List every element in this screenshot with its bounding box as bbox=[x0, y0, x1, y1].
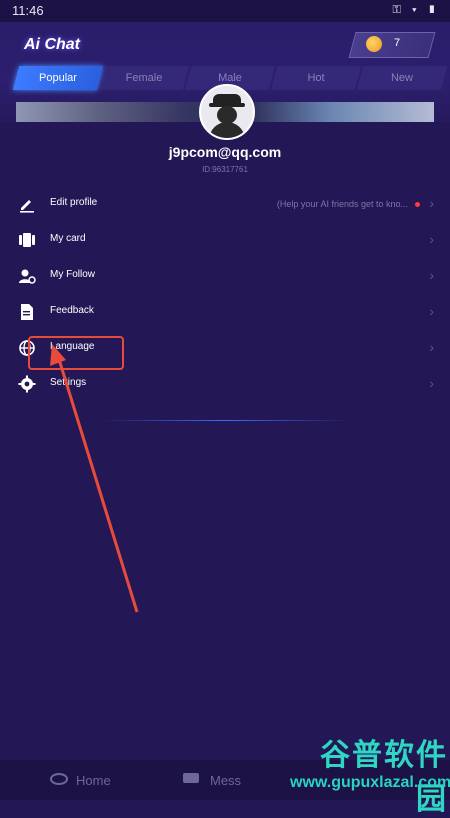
menu-item-label: My card bbox=[50, 233, 86, 244]
watermark: 谷普软件园 www.gupuxlazal.com bbox=[290, 730, 450, 816]
nav-home-label: Home bbox=[76, 773, 111, 788]
nav-messages[interactable]: Mess bbox=[170, 760, 280, 800]
nav-home[interactable]: Home bbox=[40, 760, 150, 800]
tab-new[interactable]: New bbox=[356, 66, 448, 90]
tab-popular[interactable]: Popular bbox=[12, 66, 104, 90]
tab-label: Hot bbox=[307, 72, 325, 84]
app-title: Ai Chat bbox=[24, 36, 80, 53]
menu-item-my-card[interactable]: My card › bbox=[0, 222, 450, 258]
tab-female[interactable]: Female bbox=[98, 66, 190, 90]
status-bar: 11:46 ⚿ ▾ ▮ bbox=[0, 0, 450, 22]
watermark-url: www.gupuxlazal.com bbox=[290, 774, 450, 791]
profile-email: j9pcom@qq.com bbox=[168, 144, 282, 160]
menu-item-edit-profile[interactable]: Edit profile (Help your AI friends get t… bbox=[0, 186, 450, 222]
chevron-right-icon: › bbox=[429, 195, 434, 211]
gear-icon bbox=[18, 375, 36, 393]
card-icon bbox=[19, 233, 35, 247]
annotation-highlight-box bbox=[28, 336, 124, 370]
chevron-right-icon: › bbox=[429, 303, 434, 319]
notification-dot bbox=[415, 202, 420, 207]
chevron-right-icon: › bbox=[429, 231, 434, 247]
nav-messages-label: Mess bbox=[210, 773, 242, 788]
menu-item-settings[interactable]: Settings › bbox=[0, 366, 450, 402]
menu-item-hint: (Help your AI friends get to kno... bbox=[276, 199, 408, 209]
home-icon bbox=[50, 773, 68, 785]
status-time: 11:46 bbox=[12, 3, 44, 18]
menu-item-label: Settings bbox=[50, 377, 87, 388]
avatar[interactable] bbox=[199, 84, 255, 140]
coin-icon bbox=[366, 36, 382, 52]
status-icons: ⚿ ▾ ▮ bbox=[392, 4, 440, 16]
chevron-right-icon: › bbox=[429, 339, 434, 355]
follow-icon bbox=[19, 269, 36, 284]
message-icon bbox=[183, 773, 199, 783]
menu-item-feedback[interactable]: Feedback › bbox=[0, 294, 450, 330]
menu-item-label: Edit profile bbox=[50, 197, 98, 208]
menu-item-my-follow[interactable]: My Follow › bbox=[0, 258, 450, 294]
feedback-icon bbox=[21, 304, 33, 320]
tab-label: New bbox=[390, 72, 413, 84]
menu-item-label: My Follow bbox=[50, 269, 96, 280]
coin-balance-button[interactable] bbox=[348, 32, 436, 58]
tab-label: Female bbox=[125, 72, 163, 84]
tab-label: Popular bbox=[39, 72, 77, 84]
tab-hot[interactable]: Hot bbox=[270, 66, 362, 90]
coin-count: 7 bbox=[394, 37, 401, 49]
profile-id: ID:96317761 bbox=[202, 165, 248, 174]
chevron-right-icon: › bbox=[429, 375, 434, 391]
menu-item-label: Feedback bbox=[50, 305, 94, 316]
glow-divider bbox=[100, 420, 350, 421]
chevron-right-icon: › bbox=[429, 267, 434, 283]
edit-icon bbox=[20, 200, 34, 213]
avatar-shoulders bbox=[209, 122, 245, 138]
